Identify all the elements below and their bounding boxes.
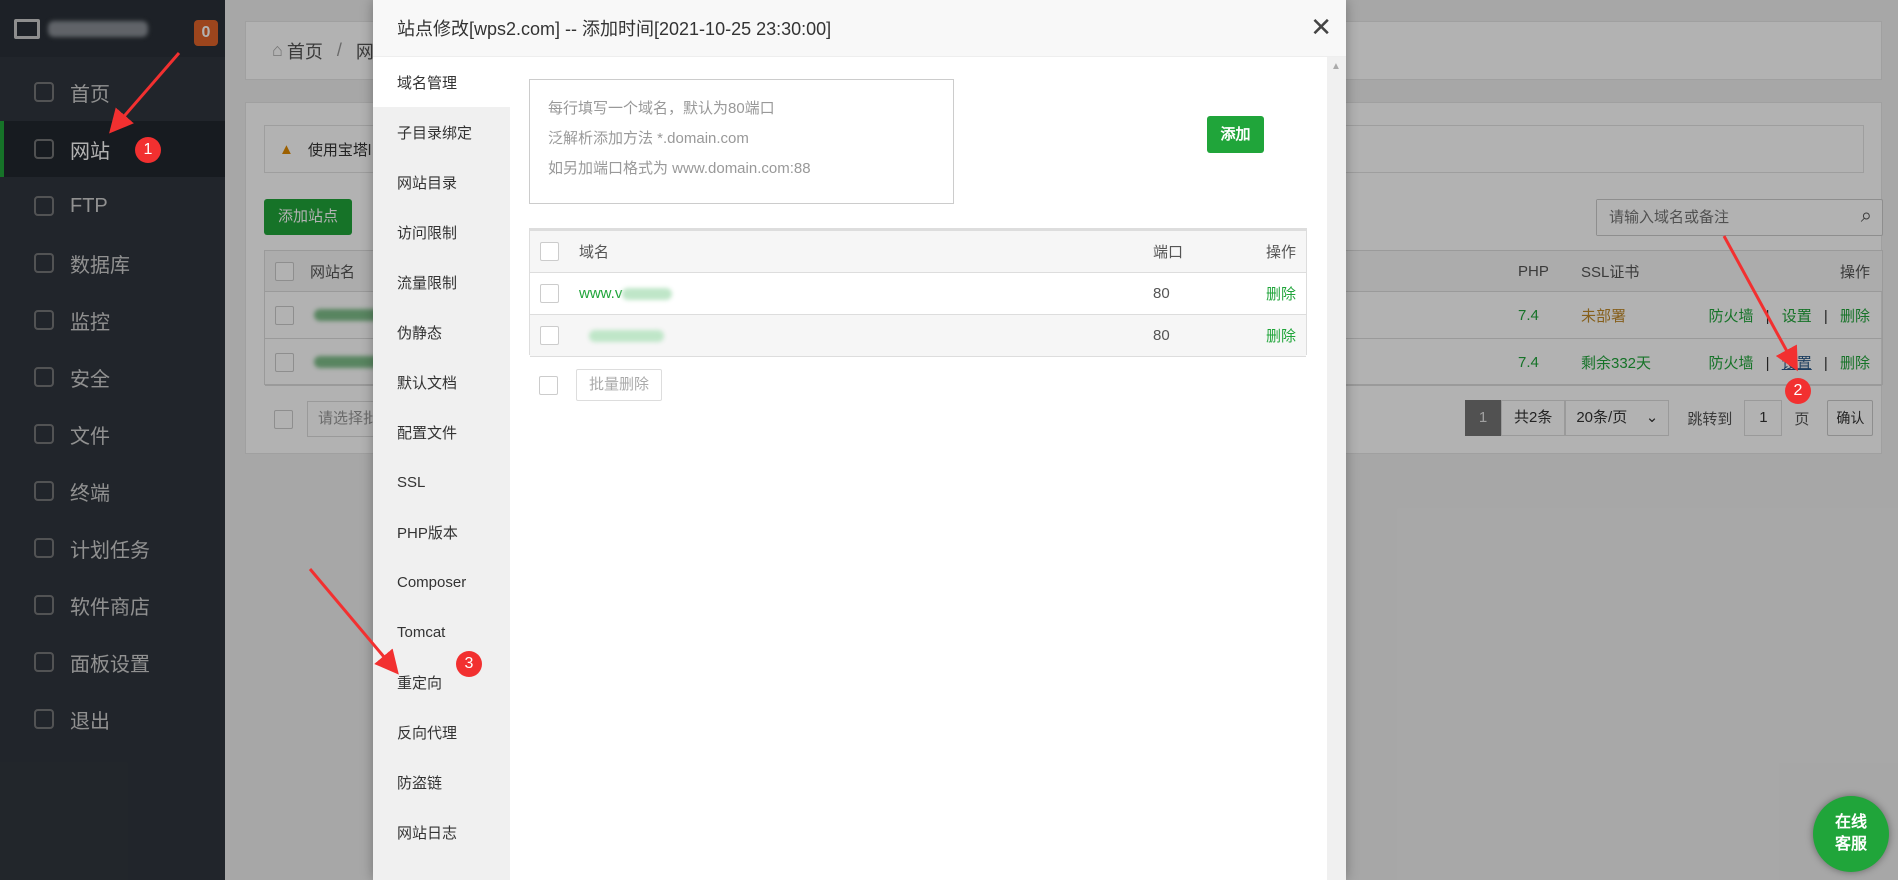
arrow-3 [308, 568, 399, 675]
annotation-badge-2: 2 [1785, 378, 1811, 404]
arrow-1 [109, 52, 181, 134]
annotation-badge-3: 3 [456, 651, 482, 677]
arrow-2 [1722, 235, 1798, 372]
annotation-badge-1: 1 [135, 137, 161, 163]
annotation-arrows [109, 52, 1798, 675]
